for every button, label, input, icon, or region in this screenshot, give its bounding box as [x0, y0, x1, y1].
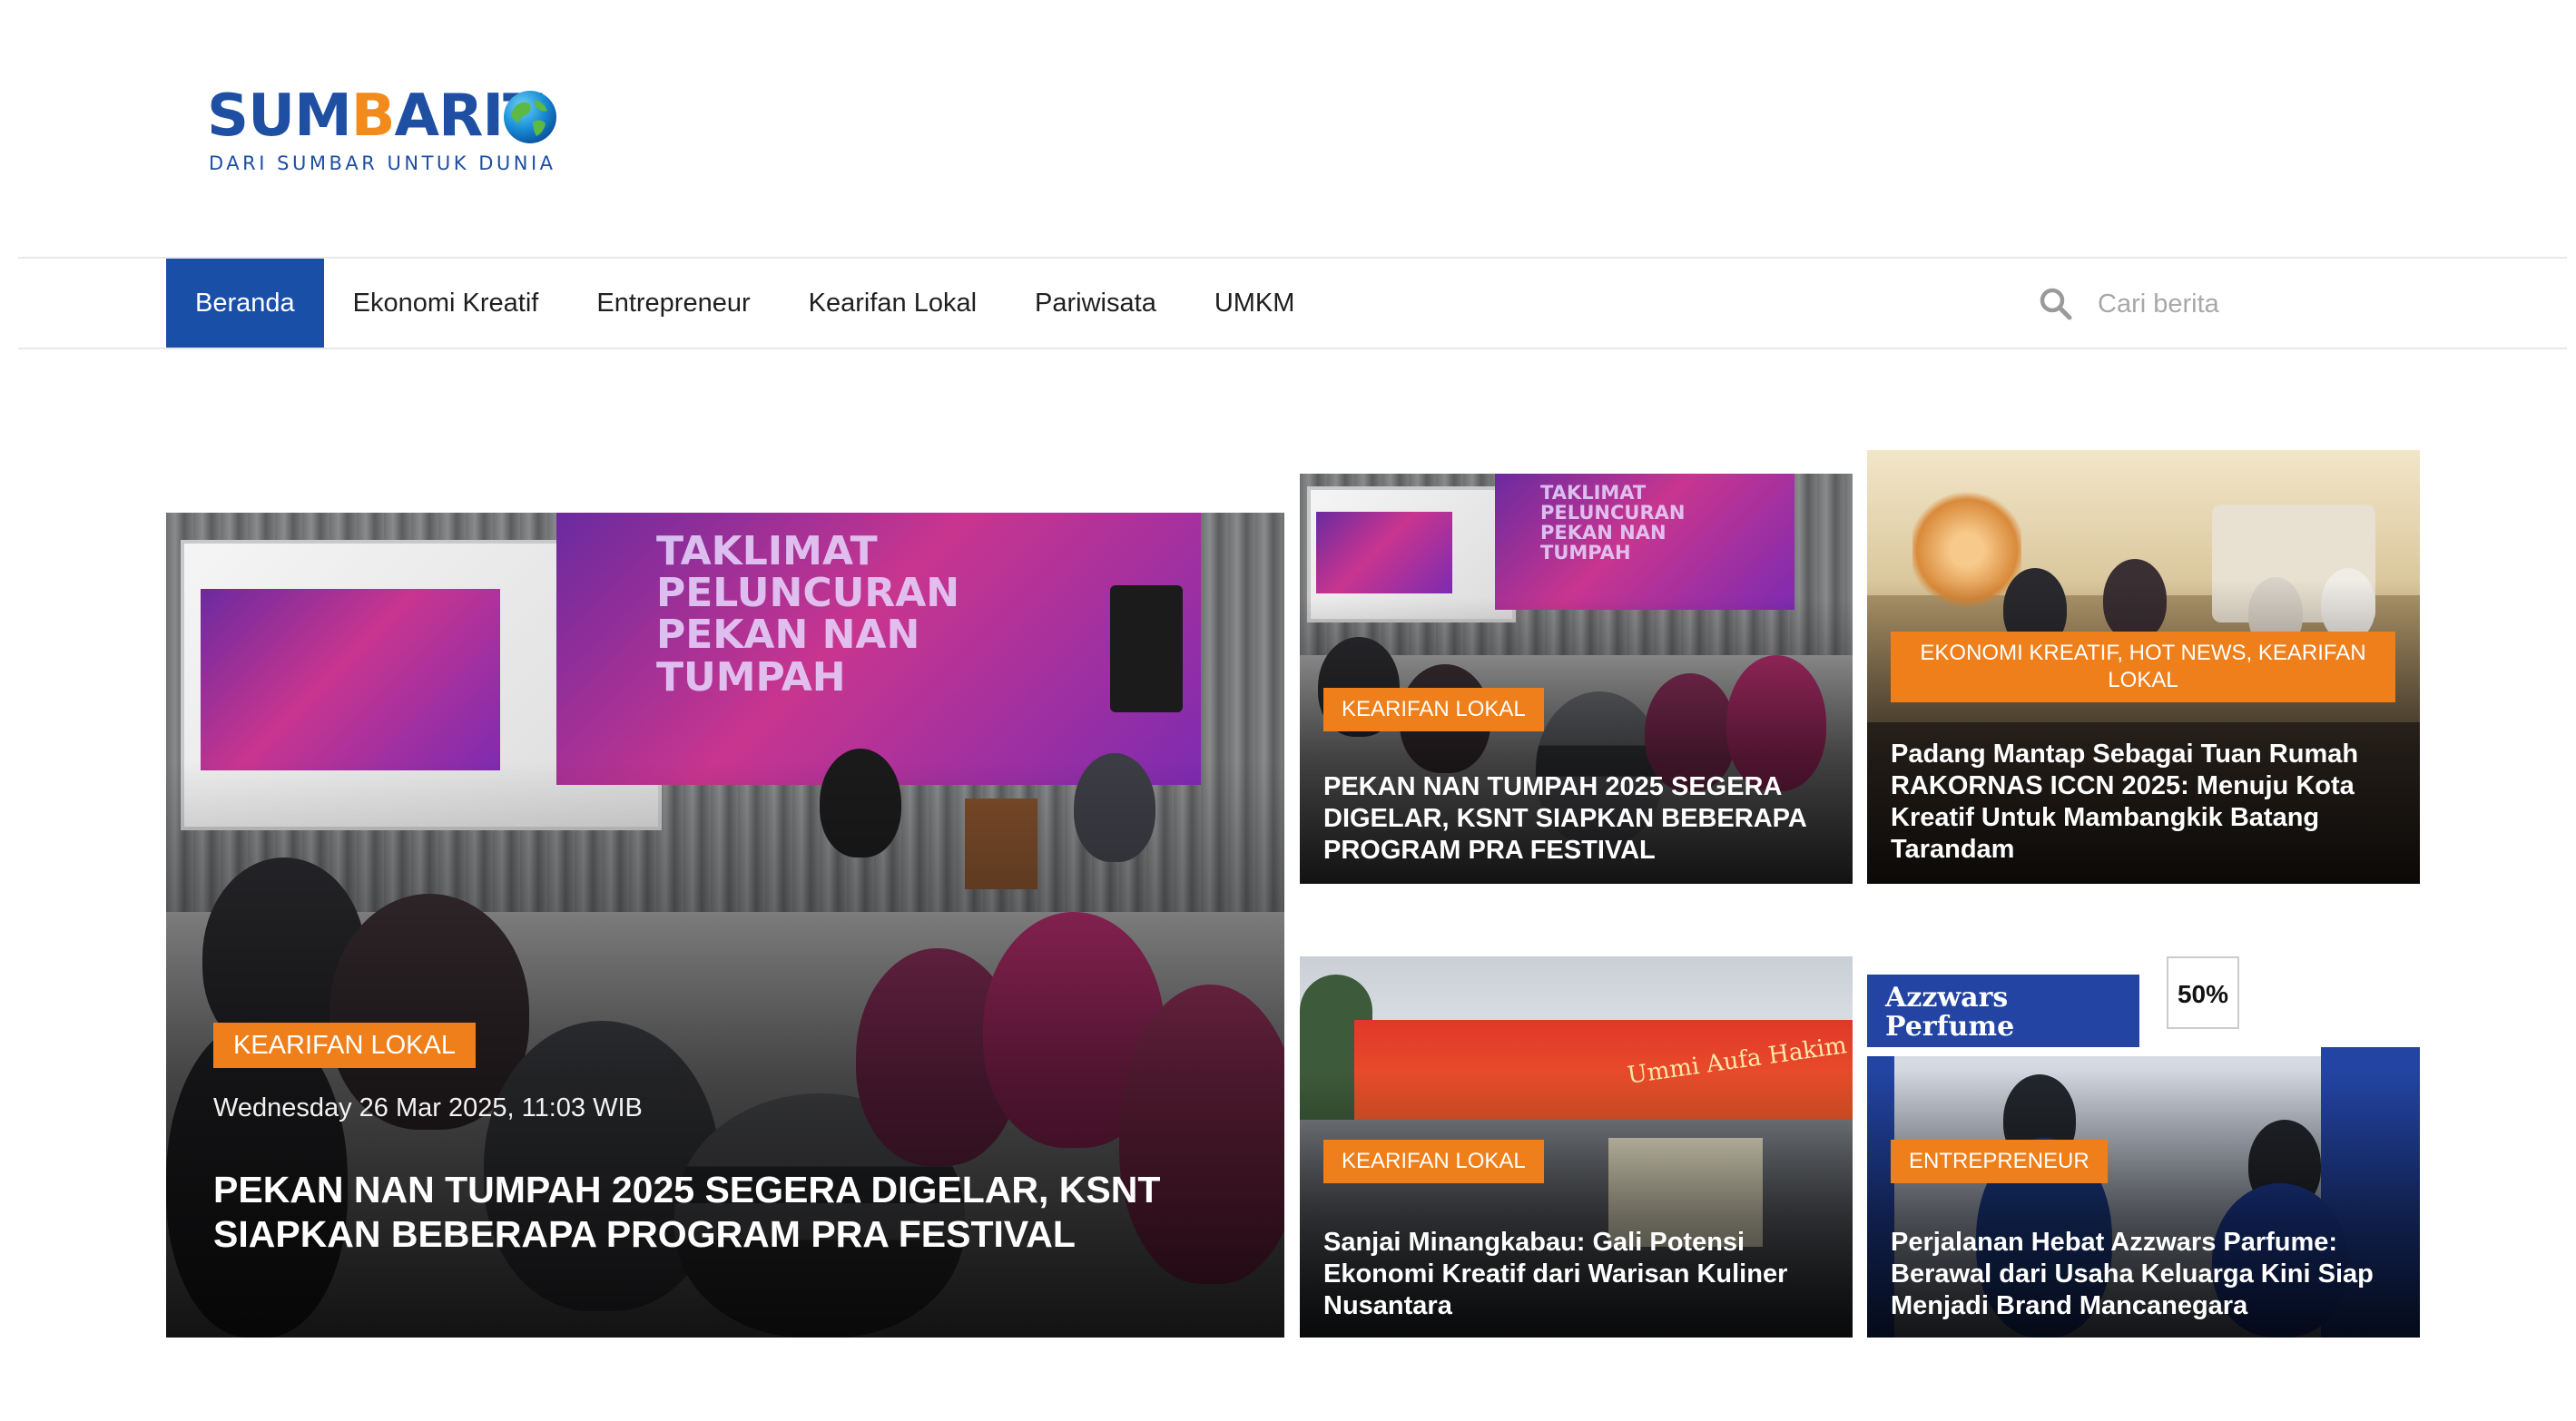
article-card[interactable]: EKONOMI KREATIF, HOT NEWS, KEARIFAN LOKA… — [1867, 450, 2420, 884]
article-card[interactable]: TAKLIMAT PELUNCURAN PEKAN NAN TUMPAH KEA… — [1300, 474, 1853, 884]
search-input[interactable] — [2098, 289, 2461, 319]
article-card[interactable]: Azzwars Perfume 50% ENTREPRENEUR Perjala… — [1867, 956, 2420, 1338]
site-logo[interactable]: SUMBARIT DARI SUMBAR UNTUK DUNIA — [207, 83, 570, 183]
article-title[interactable]: Perjalanan Hebat Azzwars Parfume: Berawa… — [1891, 1227, 2399, 1322]
article-category-badge[interactable]: KEARIFAN LOKAL — [1323, 1140, 1544, 1183]
main-nav: Beranda Ekonomi Kreatif Entrepreneur Kea… — [166, 259, 1323, 348]
featured-article-title[interactable]: PEKAN NAN TUMPAH 2025 SEGERA DIGELAR, KS… — [213, 1168, 1248, 1257]
featured-category-badge[interactable]: KEARIFAN LOKAL — [213, 1023, 476, 1068]
article-category-badge[interactable]: ENTREPRENEUR — [1891, 1140, 2108, 1183]
nav-item-pariwisata[interactable]: Pariwisata — [1006, 259, 1185, 348]
article-image-sign-text: Azzwars Perfume — [1885, 982, 2015, 1043]
search-icon[interactable] — [2038, 286, 2074, 322]
search-box — [2038, 277, 2492, 331]
article-title[interactable]: Sanjai Minangkabau: Gali Potensi Ekonomi… — [1323, 1227, 1832, 1322]
nav-item-umkm[interactable]: UMKM — [1185, 259, 1324, 348]
article-category-badge[interactable]: KEARIFAN LOKAL — [1323, 688, 1544, 731]
article-title[interactable]: Padang Mantap Sebagai Tuan Rumah RAKORNA… — [1891, 739, 2399, 866]
nav-item-ekonomi-kreatif[interactable]: Ekonomi Kreatif — [324, 259, 568, 348]
article-title[interactable]: PEKAN NAN TUMPAH 2025 SEGERA DIGELAR, KS… — [1323, 771, 1832, 867]
logo-wordmark: SUMBARIT — [207, 83, 543, 150]
featured-image-banner-text: TAKLIMAT PELUNCURAN PEKAN NAN TUMPAH — [656, 528, 960, 701]
article-image-banner-text: TAKLIMAT PELUNCURAN PEKAN NAN TUMPAH — [1540, 482, 1686, 564]
nav-item-beranda[interactable]: Beranda — [166, 259, 324, 348]
article-card[interactable]: Ummi Aufa Hakim KEARIFAN LOKAL Sanjai Mi… — [1300, 956, 1853, 1338]
nav-item-entrepreneur[interactable]: Entrepreneur — [567, 259, 779, 348]
article-category-badge[interactable]: EKONOMI KREATIF, HOT NEWS, KEARIFAN LOKA… — [1891, 632, 2395, 702]
nav-divider-bottom — [18, 348, 2567, 349]
featured-article-card[interactable]: TAKLIMAT PELUNCURAN PEKAN NAN TUMPAH KEA… — [166, 513, 1284, 1338]
site-tagline: DARI SUMBAR UNTUK DUNIA — [209, 152, 556, 174]
globe-icon — [504, 91, 556, 143]
nav-item-kearifan-lokal[interactable]: Kearifan Lokal — [780, 259, 1006, 348]
featured-article-date: Wednesday 26 Mar 2025, 11:03 WIB — [213, 1093, 643, 1122]
article-image-discount-text: 50% — [2167, 956, 2239, 1029]
